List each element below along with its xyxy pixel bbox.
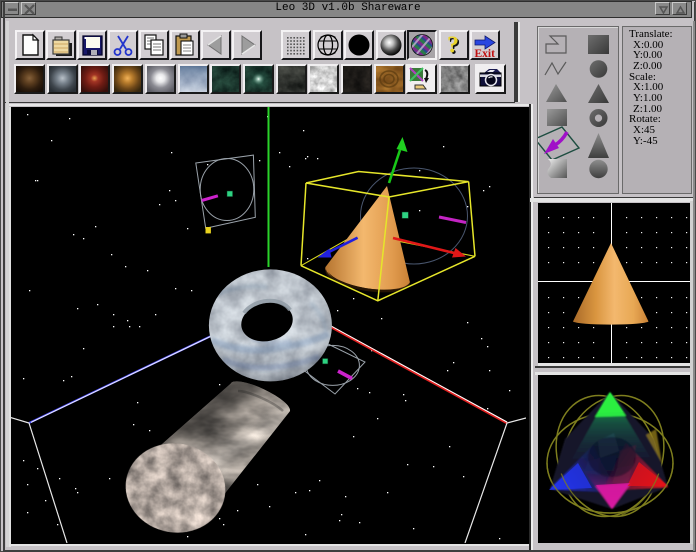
svg-text:Exit: Exit [475,48,496,58]
svg-text:?: ? [447,33,459,59]
